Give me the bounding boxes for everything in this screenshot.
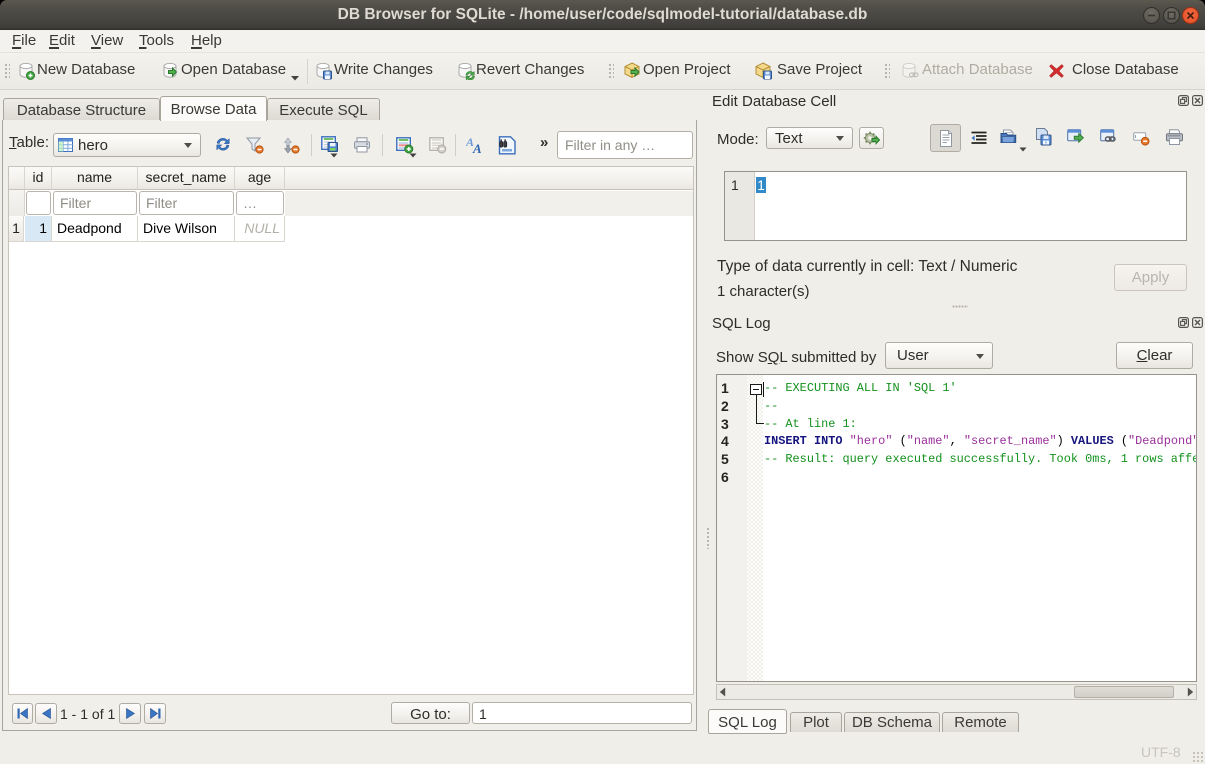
svg-text:A: A [472, 141, 482, 154]
